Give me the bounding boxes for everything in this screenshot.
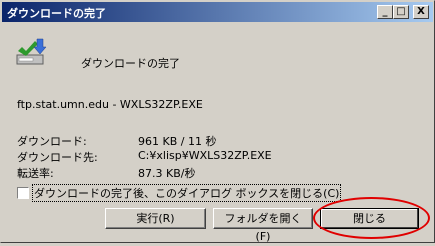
close-on-complete-checkbox[interactable] [17, 187, 29, 199]
title-bar[interactable]: ダウンロードの完了 _ □ X [2, 2, 433, 22]
downloaded-label: ダウンロード: [17, 135, 87, 148]
maximize-button[interactable]: □ [393, 5, 409, 19]
close-button[interactable]: 閉じる [320, 208, 419, 229]
close-window-button[interactable]: X [413, 5, 429, 19]
window-title: ダウンロードの完了 [7, 7, 106, 20]
download-complete-dialog: ダウンロードの完了 _ □ X ダウンロードの完了 ftp.stat.umn.e… [0, 0, 435, 243]
transfer-rate-value: 87.3 KB/秒 [138, 167, 196, 180]
download-url: ftp.stat.umn.edu - WXLS32ZP.EXE [17, 98, 203, 111]
run-button[interactable]: 実行(R) [105, 208, 206, 229]
destination-value: C:¥xlisp¥WXLS32ZP.EXE [138, 149, 272, 162]
status-text: ダウンロードの完了 [81, 57, 180, 70]
minimize-button[interactable]: _ [377, 5, 393, 19]
download-complete-icon [15, 37, 47, 69]
transfer-rate-label: 転送率: [17, 167, 54, 180]
destination-label: ダウンロード先: [17, 151, 98, 164]
open-folder-button[interactable]: フォルダを開く(F) [213, 208, 313, 243]
downloaded-value: 961 KB / 11 秒 [138, 135, 217, 148]
close-on-complete-label[interactable]: ダウンロードの完了後、このダイアログ ボックスを閉じる(C) [31, 184, 342, 202]
